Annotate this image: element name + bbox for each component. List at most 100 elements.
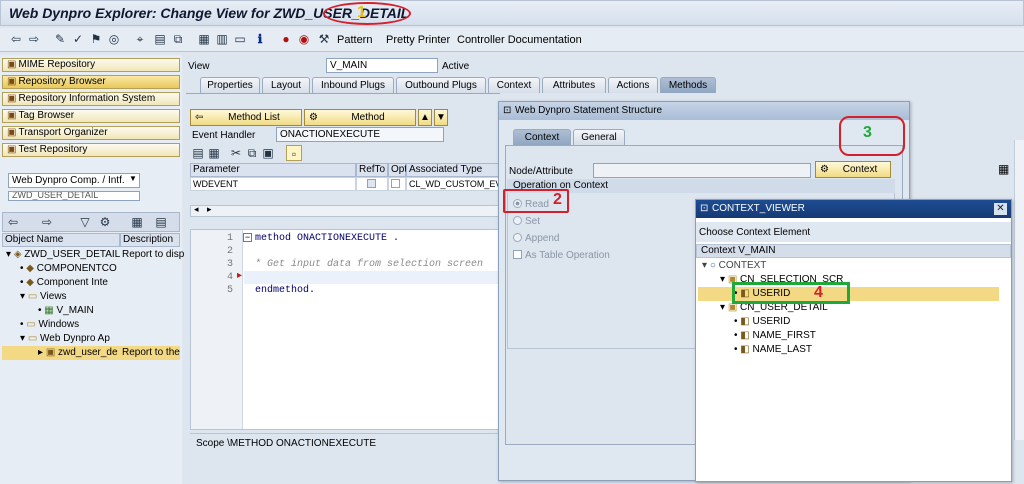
paste-icon[interactable]: ▣ [260,145,276,161]
test-icon[interactable]: ◎ [106,31,122,47]
copy-icon[interactable]: ⧉ [244,145,260,161]
previous-method-button[interactable]: ▲ [418,109,432,126]
tab-properties[interactable]: Properties [200,77,260,93]
table-operation-checkbox[interactable]: As Table Operation [513,250,610,261]
node-label: Web Dynpro Ap [40,333,110,344]
context-button-label: Context [842,164,878,175]
context-root-node[interactable]: ▾ ○ CONTEXT [702,259,766,273]
nav-repository-information-system[interactable]: ▣ Repository Information System [2,92,180,106]
back-arrow-icon[interactable]: ⇦ [5,214,21,230]
choose-element-bar: Choose Context Element [696,222,1011,242]
breakpoint-icon[interactable]: ● [278,31,294,47]
tab-context[interactable]: Context [488,77,540,93]
set-radio[interactable]: Set [513,216,540,227]
current-line-highlight [244,271,499,284]
session-breakpoint-icon[interactable]: ◉ [296,31,312,47]
append-radio[interactable]: Append [513,233,559,244]
insert-row-icon[interactable]: ▤ [190,145,206,161]
forward-arrow-icon[interactable]: ⇨ [26,31,42,47]
tab-dialog-context[interactable]: Context [513,129,571,145]
param-name-cell[interactable]: WDEVENT [190,177,356,191]
table-operation-box[interactable] [513,250,522,259]
tab-layout[interactable]: Layout [262,77,310,93]
display-object-list-icon[interactable]: ▥ [214,31,230,47]
refto-cell[interactable] [356,177,388,191]
tab-inbound-plugs[interactable]: Inbound Plugs [312,77,394,93]
description-header: Description [120,233,180,247]
vertical-scrollbar[interactable] [1014,140,1024,440]
method-list-button[interactable]: ⇦ Method List [190,109,302,126]
next-method-button[interactable]: ▼ [434,109,448,126]
scroll-left-icon[interactable]: ◂ [194,204,199,215]
tab-outbound-plugs[interactable]: Outbound Plugs [396,77,486,93]
details-icon[interactable]: ▫ [286,145,302,161]
delete-row-icon[interactable]: ▦ [206,145,222,161]
context-button[interactable]: ⚙ Context [815,161,891,178]
attribute-icon: ◧ [740,316,750,327]
object-name-header: Object Name [2,233,120,247]
close-icon[interactable]: ✕ [994,203,1007,215]
tree-node-views[interactable]: ▾ ▭ Views [20,290,67,304]
context-attr-name-last[interactable]: • ◧ NAME_LAST [734,343,812,357]
controller-documentation-button[interactable]: Controller Documentation [457,34,582,46]
tree-node-component[interactable]: ▾ ◈ ZWD_USER_DETAIL Report to disp [6,248,184,262]
tree-node-component-interface[interactable]: • ◆ Component Inte [20,276,108,290]
tree-node-web-dynpro-app[interactable]: ▾ ▭ Web Dynpro Ap [20,332,110,346]
tab-actions[interactable]: Actions [608,77,658,93]
pattern-icon[interactable]: ⚒ [316,31,332,47]
context-attr-userid[interactable]: • ◧ USERID [734,315,790,329]
back-arrow-icon[interactable]: ⇦ [8,31,24,47]
tree-node-windows[interactable]: • ▭ Windows [20,318,79,332]
hierarchy-icon[interactable]: ▦ [196,31,212,47]
more-icon[interactable]: ▤ [153,214,169,230]
circle-icon: ○ [709,260,716,271]
where-used-icon[interactable]: ⌖ [132,31,148,47]
nav-tag-browser[interactable]: ▣ Tag Browser [2,109,180,123]
node-attribute-input[interactable] [593,163,811,178]
info-icon[interactable]: ℹ [252,31,268,47]
object-type-select[interactable]: Web Dynpro Comp. / Intf. [8,173,140,188]
tree-toolbar: ⇦ ⇨ ▽ ⚙ ▦ ▤ [2,212,180,232]
object-type-value: Web Dynpro Comp. / Intf. [12,175,125,186]
pretty-printer-button[interactable]: Pretty Printer [386,34,450,46]
settings-icon[interactable]: ⚙ [97,214,113,230]
tree-node-application[interactable]: ▸ ▣ zwd_user_de Report to the [2,346,180,360]
cut-icon[interactable]: ✂ [228,145,244,161]
object-name-input[interactable]: ZWD_USER_DETAIL [8,191,140,201]
opt-checkbox[interactable] [391,179,400,188]
type-cell[interactable]: CL_WD_CUSTOM_EVEN [406,177,500,191]
append-radio-circle[interactable] [513,233,522,242]
object-list-icon[interactable]: ▤ [152,31,168,47]
tree-node-v-main[interactable]: • ▦ V_MAIN [38,304,94,318]
nav-mime-repository[interactable]: ▣ MIME Repository [2,58,180,72]
activate-icon[interactable]: ⚑ [88,31,104,47]
layout-toggle-icon[interactable]: ▦ [998,162,1009,176]
scroll-right-icon[interactable]: ▸ [207,204,212,215]
tab-methods[interactable]: Methods [660,77,716,93]
tab-dialog-general[interactable]: General [573,129,625,145]
tree-node-componentcontroller[interactable]: • ◆ COMPONENTCO [20,262,117,276]
layout-icon[interactable]: ▦ [129,214,145,230]
pattern-button[interactable]: Pattern [337,34,372,46]
back-arrow-icon: ⇦ [195,112,204,123]
nav-transport-organizer[interactable]: ▣ Transport Organizer [2,126,180,140]
forward-arrow-icon[interactable]: ⇨ [39,214,55,230]
set-radio-circle[interactable] [513,216,522,225]
chevron-down-icon[interactable]: ▼ [129,174,137,183]
refto-checkbox[interactable] [367,179,376,188]
collapse-icon[interactable]: − [243,233,252,242]
nav-repository-browser[interactable]: ▣ Repository Browser [2,75,180,89]
grid-scrollbar[interactable]: ◂ ▸ [190,204,500,217]
context-attr-name-first[interactable]: • ◧ NAME_FIRST [734,329,816,343]
filter-icon[interactable]: ▽ [77,214,93,230]
check-icon[interactable]: ✓ [70,31,86,47]
code-line-5: endmethod. [255,285,316,296]
nav-test-repository[interactable]: ▣ Test Repository [2,143,180,157]
screen-icon[interactable]: ▭ [232,31,248,47]
edit-icon[interactable]: ✎ [52,31,68,47]
method-button[interactable]: ⚙ Method [304,109,416,126]
navigation-window-icon[interactable]: ⧉ [170,31,186,47]
opt-cell[interactable] [388,177,406,191]
tab-attributes[interactable]: Attributes [542,77,606,93]
code-editor[interactable]: 1 2 3 4 5 − ▸ method ONACTIONEXECUTE . *… [190,229,500,430]
